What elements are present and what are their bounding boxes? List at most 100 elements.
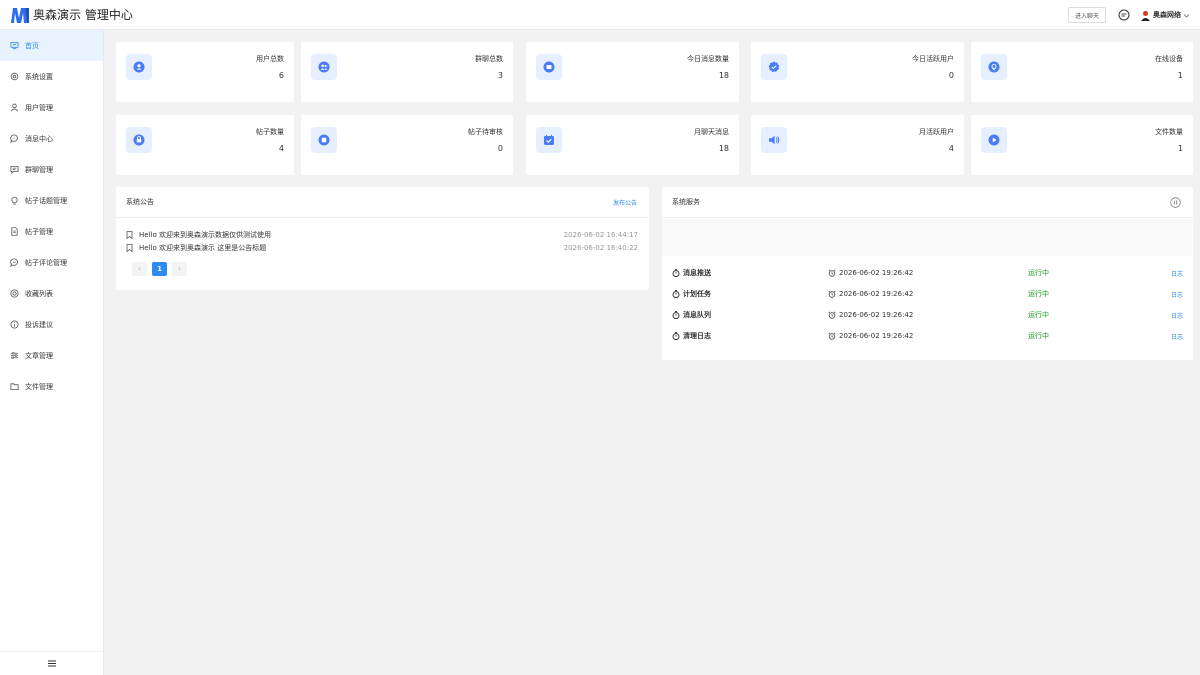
- sidebar-item[interactable]: 收藏列表: [0, 278, 103, 309]
- stat-label: 帖子待审核: [468, 128, 503, 136]
- document-icon: [11, 227, 18, 236]
- publish-notice-link[interactable]: 发布公告: [613, 198, 637, 207]
- stat-label: 在线设备: [1155, 55, 1183, 63]
- folder-icon: [10, 383, 19, 391]
- stat-label: 月活跃用户: [919, 128, 954, 136]
- stat-value: 4: [278, 144, 284, 153]
- stat-value: 6: [278, 71, 284, 80]
- sidebar-item-label: 帖子话题管理: [25, 196, 67, 205]
- user-circle-icon: [133, 61, 145, 73]
- message-icon[interactable]: [1118, 9, 1130, 21]
- service-row: 消息队列 2026-06-02 19:26:42 运行中 日志: [672, 308, 1183, 322]
- notice-text: Hello 欢迎来到奥森演示数据仅供测试使用: [139, 231, 271, 240]
- service-status: 运行中: [1028, 311, 1049, 319]
- service-name: 消息队列: [683, 311, 711, 319]
- service-name: 计划任务: [683, 290, 711, 298]
- service-time: 2026-06-02 19:26:42: [839, 290, 914, 298]
- app-title: 奥森演示 管理中心: [33, 8, 133, 22]
- service-log-link[interactable]: 日志: [1171, 332, 1183, 341]
- sidebar-item[interactable]: 首页: [0, 30, 103, 61]
- service-log-link[interactable]: 日志: [1171, 290, 1183, 299]
- stat-icon-box: [311, 54, 337, 80]
- services-blank-area: [662, 219, 1193, 256]
- service-time: 2026-06-02 19:26:42: [839, 332, 914, 340]
- logo-mark-icon: [11, 7, 29, 23]
- sidebar-item[interactable]: 文章管理: [0, 340, 103, 371]
- service-row: 消息推送 2026-06-02 19:26:42 运行中 日志: [672, 266, 1183, 280]
- stat-label: 月聊天消息: [694, 128, 729, 136]
- stat-card: 月聊天消息 18: [526, 115, 739, 175]
- stat-value: 3: [497, 71, 503, 80]
- stat-icon-box: [981, 127, 1007, 153]
- sidebar-item[interactable]: 帖子话题管理: [0, 185, 103, 216]
- stat-value: 18: [718, 71, 729, 80]
- sidebar-item-label: 用户管理: [25, 103, 53, 112]
- sidebar-item-label: 收藏列表: [25, 289, 53, 298]
- stat-label: 帖子数量: [256, 128, 284, 136]
- alarm-clock-icon: [828, 311, 836, 319]
- sidebar-item[interactable]: 文件管理: [0, 371, 103, 402]
- service-row: 计划任务 2026-06-02 19:26:42 运行中 日志: [672, 287, 1183, 301]
- service-status: 运行中: [1028, 290, 1049, 298]
- notice-item[interactable]: Hello 欢迎来到奥森演示数据仅供测试使用 2026-06-02 16:44:…: [116, 229, 649, 242]
- prev-page-button[interactable]: ‹: [132, 262, 147, 276]
- speaker-icon: [769, 135, 780, 145]
- stat-card: 群聊总数 3: [301, 42, 513, 102]
- lock-icon: [133, 134, 145, 146]
- sidebar-item[interactable]: 用户管理: [0, 92, 103, 123]
- collapse-sidebar-button[interactable]: [0, 651, 103, 675]
- sidebar-item-label: 系统设置: [25, 72, 53, 81]
- stat-icon-box: [761, 127, 787, 153]
- badge-check-icon: [768, 61, 780, 73]
- pause-icon[interactable]: [1170, 196, 1181, 208]
- notice-title: 系统公告: [126, 198, 154, 206]
- services-title: 系统服务: [672, 198, 700, 206]
- stat-card: 帖子待审核 0: [301, 115, 513, 175]
- stat-icon-box: [981, 54, 1007, 80]
- service-row: 清理日志 2026-06-02 19:26:42 运行中 日志: [672, 329, 1183, 343]
- notice-date: 2026-06-02 16:44:17: [563, 231, 638, 240]
- stat-value: 4: [948, 144, 954, 153]
- service-name: 清理日志: [683, 332, 711, 340]
- next-page-button[interactable]: ›: [172, 262, 187, 276]
- stat-label: 今日活跃用户: [912, 55, 954, 63]
- sidebar-item-label: 消息中心: [25, 134, 53, 143]
- service-log-link[interactable]: 日志: [1171, 269, 1183, 278]
- chevron-down-icon: [1183, 13, 1190, 18]
- stat-card: 文件数量 1: [971, 115, 1193, 175]
- sidebar-item[interactable]: 群聊管理: [0, 154, 103, 185]
- gear-icon: [10, 72, 19, 81]
- sidebar-item[interactable]: 帖子评论管理: [0, 247, 103, 278]
- chat-icon: [10, 134, 18, 143]
- calendar-check-icon: [544, 134, 554, 145]
- bookmark-icon: [126, 243, 133, 252]
- bulb-icon: [11, 196, 18, 205]
- stat-value: 0: [497, 144, 503, 153]
- stat-card: 今日消息数量 18: [526, 42, 739, 102]
- stat-value: 1: [1177, 71, 1183, 80]
- stop-icon: [318, 134, 330, 146]
- service-log-link[interactable]: 日志: [1171, 311, 1183, 320]
- services-panel: 系统服务 消息推送 2026-06-02 19:26:42 运行中 日志 计划任务 202…: [662, 187, 1193, 360]
- group-chat-icon: [10, 165, 19, 174]
- service-name: 消息推送: [683, 269, 711, 277]
- notice-item[interactable]: Hello 欢迎来到奥森演示 这里是公告标题 2026-06-02 16:40:…: [116, 242, 649, 255]
- enter-chat-button[interactable]: 进入聊天: [1067, 7, 1106, 23]
- alarm-clock-icon: [828, 332, 836, 340]
- sidebar-item[interactable]: 消息中心: [0, 123, 103, 154]
- comment-icon: [10, 258, 18, 267]
- bulb-circle-icon: [988, 61, 1000, 73]
- user-menu[interactable]: 奥森网络: [1140, 10, 1190, 21]
- sidebar-item-label: 群聊管理: [25, 165, 53, 174]
- monitor-icon: [10, 41, 19, 50]
- sidebar-item[interactable]: 帖子管理: [0, 216, 103, 247]
- sidebar-item[interactable]: 系统设置: [0, 61, 103, 92]
- sidebar-item[interactable]: 投诉建议: [0, 309, 103, 340]
- logo[interactable]: 奥森演示 管理中心: [0, 6, 133, 24]
- stat-value: 1: [1177, 144, 1183, 153]
- page-1-button[interactable]: 1: [152, 262, 167, 276]
- stat-value: 0: [948, 71, 954, 80]
- top-header: 奥森演示 管理中心 进入聊天 奥森网络: [0, 0, 1200, 30]
- stat-card: 用户总数 6: [116, 42, 294, 102]
- sidebar: 首页系统设置用户管理消息中心群聊管理帖子话题管理帖子管理 帖子评论管理收藏列表投诉…: [0, 30, 104, 675]
